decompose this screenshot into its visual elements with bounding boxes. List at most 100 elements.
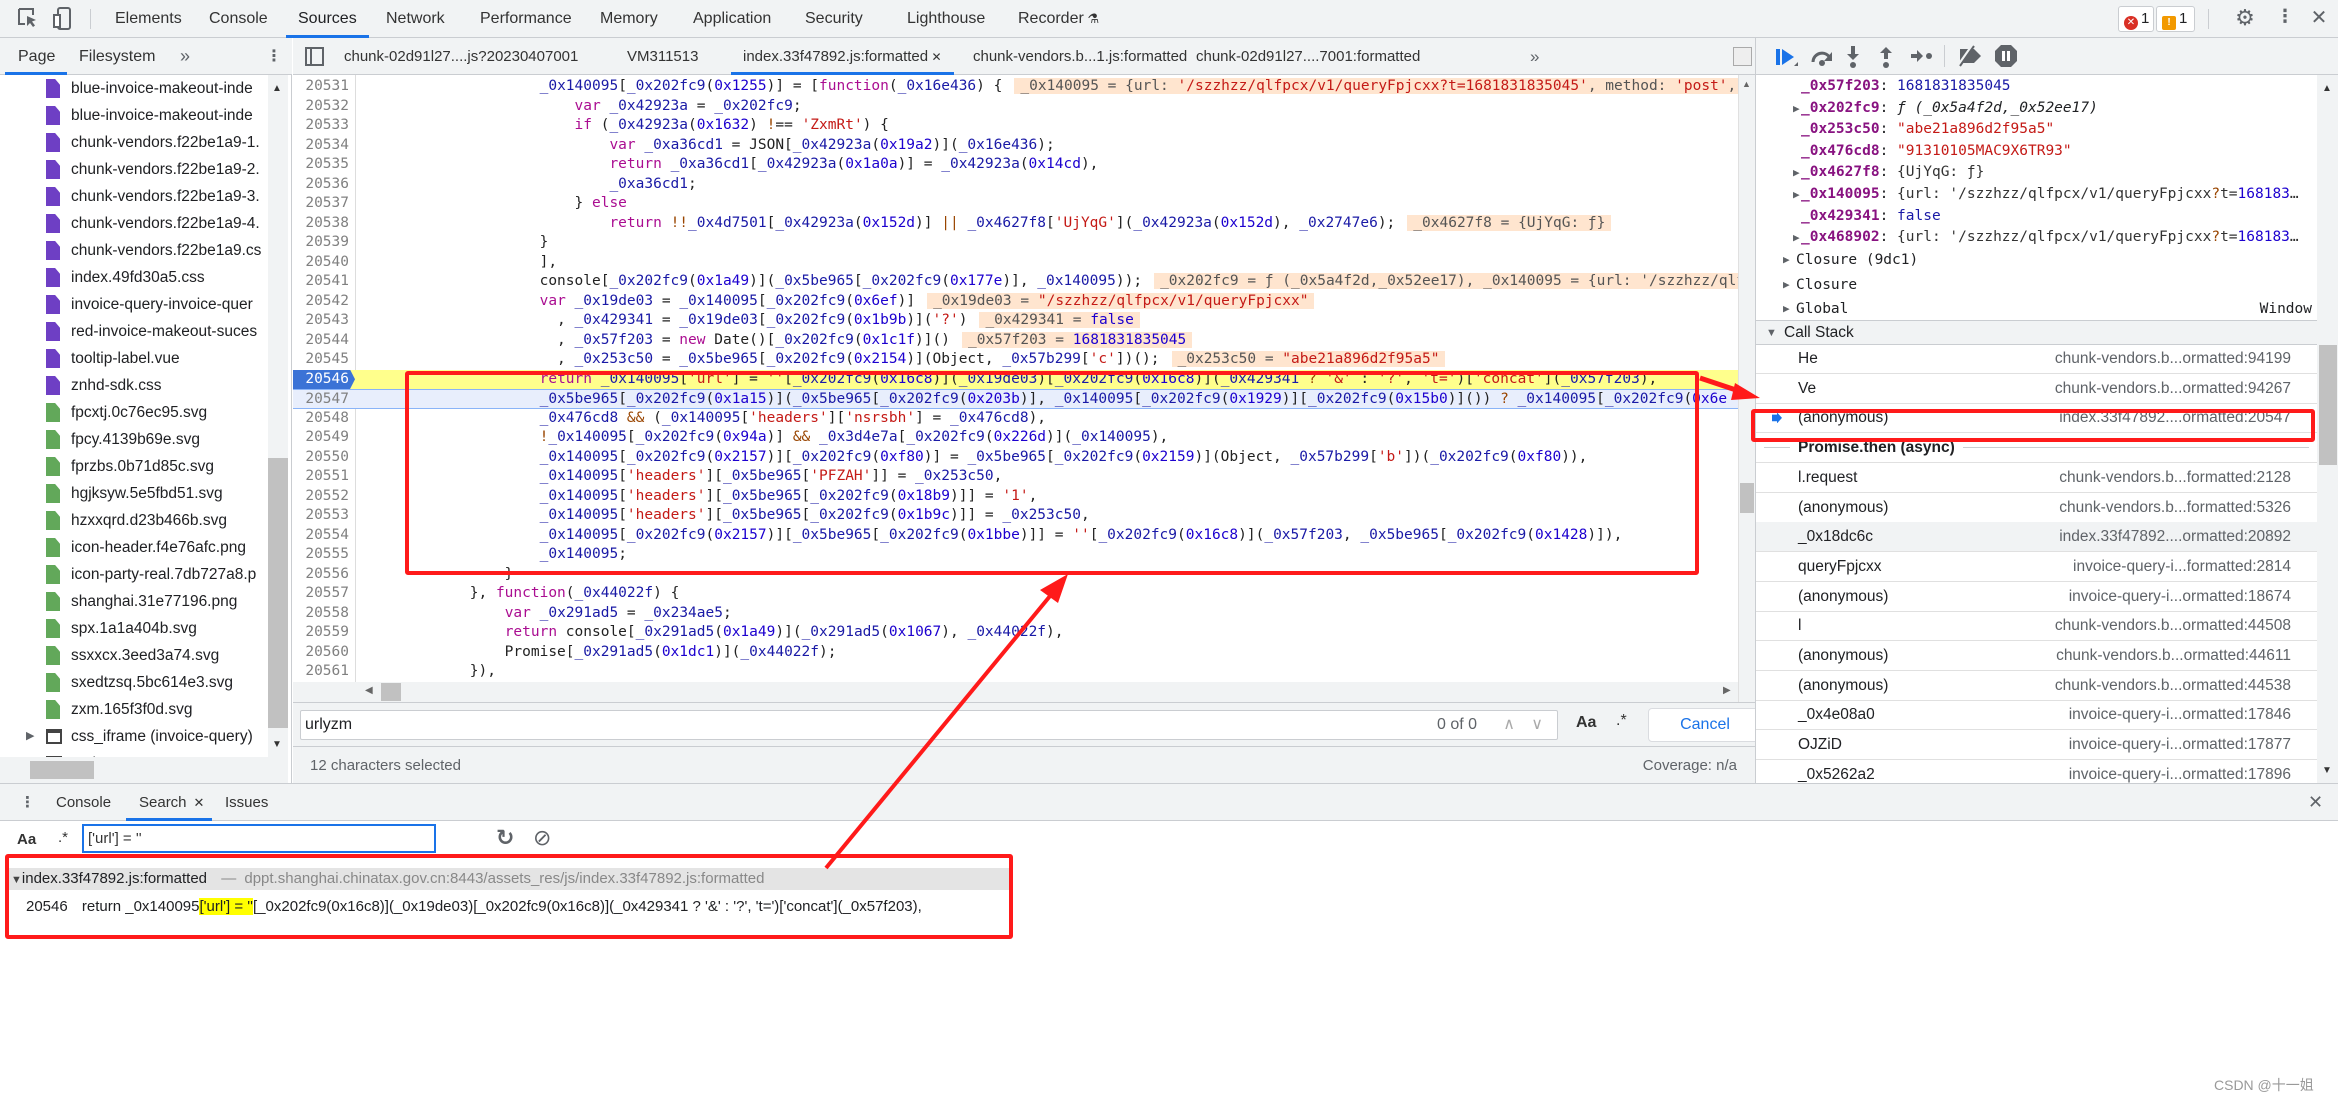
code-line[interactable]: 20547 _0x5be965[_0x202fc9(0x1a15)](_0x5b… (293, 389, 1738, 409)
find-next-icon[interactable]: ∨ (1531, 711, 1543, 739)
code-line[interactable]: 20552 _0x140095['headers'][_0x5be965[_0x… (293, 487, 1738, 507)
frame-location[interactable]: chunk-vendors.b...ormatted:44508 (2055, 611, 2291, 640)
step-into-icon[interactable] (1846, 46, 1860, 68)
expand-triangle-icon[interactable]: ▶ (1793, 98, 1800, 120)
call-frame[interactable]: (anonymous) index.33f47892....ormatted:20… (1756, 403, 2317, 434)
drawer-tab-console[interactable]: Console (56, 784, 111, 821)
line-number[interactable]: 20547 (293, 390, 355, 410)
code-line[interactable]: 20539 } (293, 233, 1738, 253)
line-number[interactable]: 20531 (293, 77, 355, 97)
drawer-tab-issues[interactable]: Issues (225, 784, 268, 821)
code-line[interactable]: 20548 _0x476cd8 && (_0x140095['headers']… (293, 409, 1738, 429)
file-item[interactable]: chunk-vendors.f22be1a9-3. (0, 183, 268, 210)
file-item[interactable]: fpcxtj.0c76ec95.svg (0, 399, 268, 426)
code-line[interactable]: 20537 } else (293, 194, 1738, 214)
code-line[interactable]: 20532 var _0x42923a = _0x202fc9; (293, 97, 1738, 117)
step-over-icon[interactable] (1810, 48, 1834, 66)
line-number[interactable]: 20544 (293, 331, 355, 351)
call-stack-header[interactable]: ▼ Call Stack (1756, 320, 2317, 345)
step-out-icon[interactable] (1879, 46, 1893, 68)
editor-tab[interactable]: index.33f47892.js:formatted ✕ (731, 38, 954, 75)
tab-recorder[interactable]: Recorder ⚗ (1018, 0, 1099, 38)
line-number[interactable]: 20533 (293, 116, 355, 136)
expand-triangle-icon[interactable]: ▶ (1783, 273, 1790, 297)
file-item[interactable]: shanghai.31e77196.png (0, 588, 268, 615)
search-match-case-toggle[interactable]: Aa (17, 831, 36, 848)
code-line[interactable]: 20560 Promise[_0x291ad5(0x1dc1)](_0x4402… (293, 643, 1738, 663)
line-number[interactable]: 20543 (293, 311, 355, 331)
tab-performance[interactable]: Performance (480, 0, 572, 38)
line-number[interactable]: 20536 (293, 175, 355, 195)
line-number[interactable]: 20545 (293, 350, 355, 370)
scope-variable[interactable]: _0x253c50: "abe21a896d2f95a5" (1756, 119, 2316, 141)
call-frame[interactable]: _0x5262a2 invoice-query-i...ormatted:1789… (1756, 760, 2317, 783)
call-frame[interactable]: _0x4e08a0 invoice-query-i...ormatted:1784… (1756, 700, 2317, 731)
current-execution-line[interactable]: 20546 return _0x140095['url'] = ''[_0x20… (293, 369, 1738, 389)
clear-search-icon[interactable]: ⊘ (533, 825, 551, 851)
code-editor[interactable]: 20531 _0x140095[_0x202fc9(0x1255)] = [fu… (293, 77, 1738, 702)
file-item[interactable]: icon-party-real.7db727a8.p (0, 561, 268, 588)
tab-security[interactable]: Security (805, 0, 863, 38)
line-number[interactable]: 20552 (293, 487, 355, 507)
code-line[interactable]: 20553 _0x140095['headers'][_0x5be965[_0x… (293, 506, 1738, 526)
tab-lighthouse[interactable]: Lighthouse (907, 0, 985, 38)
scrollbar-thumb[interactable] (381, 683, 401, 701)
code-line[interactable]: 20551 _0x140095['headers'][_0x5be965['PF… (293, 467, 1738, 487)
file-item[interactable]: znhd-sdk.css (0, 372, 268, 399)
editor-tab[interactable]: VM311513 (627, 38, 698, 75)
more-editor-tabs-chevron-icon[interactable]: » (1530, 38, 1539, 75)
code-line[interactable]: 20556 } (293, 565, 1738, 585)
close-drawer-icon[interactable]: ✕ (2308, 784, 2323, 821)
file-item[interactable]: ▶ main (0, 750, 268, 757)
expand-triangle-icon[interactable]: ▶ (1793, 227, 1800, 249)
scrollbar-thumb[interactable] (1740, 483, 1754, 513)
file-item[interactable]: fprzbs.0b71d85c.svg (0, 453, 268, 480)
tab-sources[interactable]: Sources (286, 0, 369, 38)
file-item[interactable]: invoice-query-invoice-quer (0, 291, 268, 318)
drawer-tab-search[interactable]: Search ✕ (126, 784, 212, 821)
file-item[interactable]: blue-invoice-makeout-inde (0, 75, 268, 102)
call-frame[interactable]: OJZiD invoice-query-i...ormatted:17877 (1756, 730, 2317, 761)
frame-location[interactable]: invoice-query-i...ormatted:17877 (2069, 730, 2291, 759)
file-item[interactable]: tooltip-label.vue (0, 345, 268, 372)
frame-location[interactable]: invoice-query-i...ormatted:17846 (2069, 700, 2291, 729)
search-result-file[interactable]: ▼index.33f47892.js:formatted — dppt.shan… (7, 868, 1010, 890)
line-number[interactable]: 20556 (293, 565, 355, 585)
editor-tab[interactable]: chunk-vendors.b...1.js:formatted (973, 38, 1187, 75)
code-line[interactable]: 20561 }), (293, 662, 1738, 682)
code-line[interactable]: 20542 var _0x19de03 = _0x140095[_0x202fc… (293, 292, 1738, 312)
code-line[interactable]: 20533 if (_0x42923a(0x1632) !== 'ZxmRt')… (293, 116, 1738, 136)
expand-triangle-icon[interactable]: ▶ (1793, 162, 1800, 184)
code-line[interactable]: 20531 _0x140095[_0x202fc9(0x1255)] = [fu… (293, 77, 1738, 97)
scope-group[interactable]: ▶ Closure (9dc1) (1756, 248, 2316, 272)
code-line[interactable]: 20558 var _0x291ad5 = _0x234ae5; (293, 604, 1738, 624)
line-number[interactable]: 20538 (293, 214, 355, 234)
frame-location[interactable]: index.33f47892....ormatted:20892 (2059, 522, 2291, 551)
frame-location[interactable]: chunk-vendors.b...ormatted:94267 (2055, 374, 2291, 403)
call-frame[interactable]: l chunk-vendors.b...ormatted:44508 (1756, 611, 2317, 642)
call-frame[interactable]: _0x18dc6c index.33f47892....ormatted:2089… (1756, 522, 2317, 553)
close-devtools-icon[interactable]: ✕ (2308, 5, 2330, 31)
call-frame[interactable]: (anonymous) chunk-vendors.b...formatted:5… (1756, 493, 2317, 523)
resume-icon[interactable] (1776, 48, 1798, 66)
call-frame[interactable]: queryFpjcxx invoice-query-i...formatted:2… (1756, 552, 2317, 582)
navigator-vertical-scrollbar[interactable]: ▲ ▼ (268, 75, 288, 757)
settings-gear-icon[interactable]: ⚙ (2233, 5, 2257, 31)
file-item[interactable]: chunk-vendors.f22be1a9.cs (0, 237, 268, 264)
deactivate-breakpoints-icon[interactable] (1956, 45, 1982, 67)
line-number[interactable]: 20539 (293, 233, 355, 253)
call-frame[interactable]: (anonymous) invoice-query-i...ormatted:18… (1756, 582, 2317, 612)
tab-console[interactable]: Console (209, 0, 268, 38)
device-toolbar-icon[interactable] (52, 6, 74, 32)
scope-variable[interactable]: ▶ _0x4627f8: {UjYqG: ƒ} (1756, 162, 2316, 184)
code-line[interactable]: 20538 return !!_0x4d7501[_0x42923a(0x152… (293, 214, 1738, 234)
code-line[interactable]: 20536 _0xa36cd1; (293, 175, 1738, 195)
expand-triangle-icon[interactable]: ▶ (26, 723, 34, 750)
more-tabs-chevron-icon[interactable]: » (180, 38, 190, 75)
tab-filesystem[interactable]: Filesystem (79, 38, 155, 75)
scope-variable[interactable]: _0x429341: false (1756, 206, 2316, 228)
code-line[interactable]: 20557 }, function(_0x44022f) { (293, 584, 1738, 604)
toggle-debugger-sidebar-icon[interactable] (1733, 47, 1752, 66)
line-number[interactable]: 20554 (293, 526, 355, 546)
file-item[interactable]: red-invoice-makeout-suces (0, 318, 268, 345)
